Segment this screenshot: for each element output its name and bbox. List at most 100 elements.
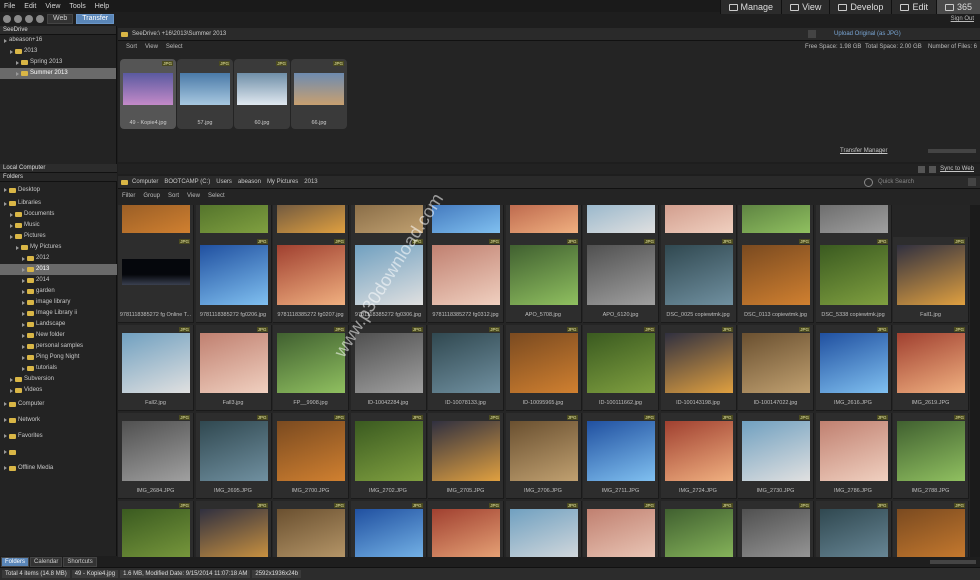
grid-thumb[interactable]: JPG DSC_5338 copiewtmk.jpg: [815, 237, 892, 323]
grid-thumb[interactable]: JPG IMG_2702.JPG: [350, 413, 427, 499]
grid-thumb[interactable]: JPG IMG_2786.JPG: [815, 413, 892, 499]
grid-thumb[interactable]: JPG: [118, 501, 194, 557]
local-folder[interactable]: Landscape: [0, 319, 117, 330]
breadcrumb-item[interactable]: BOOTCAMP (C:): [164, 179, 210, 185]
grid-thumb[interactable]: JPG: [893, 501, 969, 557]
local-folder[interactable]: Favorites: [0, 428, 117, 444]
breadcrumb-item[interactable]: My Pictures: [267, 179, 298, 185]
filter-menu-group[interactable]: Group: [143, 193, 160, 199]
grid-thumb[interactable]: JPG Fall1.jpg: [893, 237, 969, 323]
grid-thumb[interactable]: JPG IMG_2724.JPG: [660, 413, 737, 499]
expand-icon[interactable]: [22, 267, 25, 272]
refresh-icon[interactable]: [864, 177, 873, 187]
local-folder[interactable]: 2014: [0, 275, 117, 286]
expand-icon[interactable]: [4, 418, 7, 422]
upload-thumb[interactable]: JPG 66.jpg: [291, 59, 347, 129]
local-folder[interactable]: Ping Pong Night: [0, 352, 117, 363]
expand-icon[interactable]: [22, 300, 25, 305]
grid-thumb[interactable]: JPG 9781118385272 fg0312.jpg: [428, 237, 504, 323]
grid-thumb[interactable]: JPG Fall2.jpg: [118, 325, 194, 411]
local-folder[interactable]: Desktop: [0, 182, 117, 198]
expand-icon[interactable]: [4, 466, 7, 470]
local-folder[interactable]: Image Library ii: [0, 308, 117, 319]
grid-thumb[interactable]: JPG ID-100143198.jpg: [660, 325, 737, 411]
local-folder[interactable]: 2012: [0, 253, 117, 264]
grid-thumb[interactable]: JPG APO_6120.jpg: [583, 237, 659, 323]
grid-thumb[interactable]: JPG: [195, 501, 272, 557]
expand-icon[interactable]: [4, 188, 7, 192]
filter-menu-sort[interactable]: Sort: [168, 193, 179, 199]
menu-tools[interactable]: Tools: [69, 3, 85, 10]
breadcrumb-item[interactable]: Computer: [132, 179, 158, 185]
filter-menu-select[interactable]: Select: [208, 193, 225, 199]
up-arrow-icon[interactable]: [918, 165, 926, 173]
expand-icon[interactable]: [10, 223, 13, 228]
expand-icon[interactable]: [22, 322, 25, 327]
expand-icon[interactable]: [22, 366, 25, 371]
local-folder[interactable]: Subversion: [0, 374, 117, 385]
expand-icon[interactable]: [16, 60, 19, 65]
local-folder[interactable]: tutorials: [0, 363, 117, 374]
local-folder[interactable]: Documents: [0, 209, 117, 220]
expand-icon[interactable]: [10, 234, 13, 239]
expand-icon[interactable]: [16, 245, 19, 250]
local-folder[interactable]: Pictures: [0, 231, 117, 242]
grid-zoom-slider[interactable]: [930, 560, 976, 564]
grid-thumb[interactable]: JPG: [583, 501, 659, 557]
tab-shortcuts[interactable]: Shortcuts: [63, 557, 97, 567]
local-folder[interactable]: New folder: [0, 330, 117, 341]
upload-thumb[interactable]: JPG 60.jpg: [234, 59, 290, 129]
back-icon[interactable]: [3, 14, 11, 23]
breadcrumb-item[interactable]: 2013: [304, 179, 317, 185]
grid-thumb[interactable]: JPG IMG_2619.JPG: [893, 325, 969, 411]
grid-thumb[interactable]: JPG ID-10095965.jpg: [505, 325, 582, 411]
expand-icon[interactable]: [16, 71, 19, 76]
grid-thumb[interactable]: JPG: [505, 501, 582, 557]
grid-thumb[interactable]: JPG Fall3.jpg: [195, 325, 272, 411]
filter-menu-filter[interactable]: Filter: [122, 193, 135, 199]
grid-thumb[interactable]: JPG IMG_2730.JPG: [738, 413, 814, 499]
seedrive-folder[interactable]: Summer 2013: [0, 68, 116, 79]
select-menu[interactable]: Select: [166, 44, 183, 50]
menu-help[interactable]: Help: [95, 3, 109, 10]
upload-thumb[interactable]: JPG 57.jpg: [177, 59, 233, 129]
tab-folders[interactable]: Folders: [1, 557, 30, 567]
view-menu[interactable]: View: [145, 44, 158, 50]
upload-thumb[interactable]: JPG 49 - Kopie4.jpg: [120, 59, 176, 129]
breadcrumb-item[interactable]: abeason: [238, 179, 261, 185]
expand-icon[interactable]: [10, 377, 13, 382]
mode-tab-edit[interactable]: Edit: [891, 0, 936, 14]
local-folder[interactable]: Videos: [0, 385, 117, 396]
grid-thumb[interactable]: JPG IMG_2788.JPG: [893, 413, 969, 499]
grid-thumb[interactable]: JPG ID-10078133.jpg: [428, 325, 504, 411]
dropdown-icon[interactable]: [808, 30, 816, 38]
grid-thumb[interactable]: JPG 9781118385272 fg Online T...: [118, 237, 194, 323]
grid-thumb[interactable]: JPG: [273, 501, 349, 557]
menu-file[interactable]: File: [4, 3, 15, 10]
mode-tab-develop[interactable]: Develop: [829, 0, 892, 14]
sign-out-link[interactable]: Sign Out: [951, 16, 974, 22]
breadcrumb-item[interactable]: Users: [216, 179, 232, 185]
expand-icon[interactable]: [22, 311, 25, 316]
tab-transfer[interactable]: Transfer: [76, 13, 115, 24]
filter-menu-view[interactable]: View: [187, 193, 200, 199]
grid-thumb[interactable]: JPG ID-100147022.jpg: [738, 325, 814, 411]
local-folder[interactable]: personal samples: [0, 341, 117, 352]
zoom-slider[interactable]: [928, 149, 976, 153]
up-icon[interactable]: [25, 14, 33, 23]
upload-original-button[interactable]: Upload Original (as JPG): [834, 31, 901, 37]
expand-icon[interactable]: [22, 344, 25, 349]
mode-tab-manage[interactable]: Manage: [719, 0, 782, 14]
local-folder[interactable]: Libraries: [0, 198, 117, 209]
expand-icon[interactable]: [4, 402, 7, 406]
expand-icon[interactable]: [4, 450, 7, 454]
local-folder[interactable]: Offline Media: [0, 460, 117, 476]
local-folder[interactable]: image library: [0, 297, 117, 308]
grid-thumb[interactable]: JPG: [660, 501, 737, 557]
mode-tab-365[interactable]: 365: [935, 0, 980, 14]
refresh-icon[interactable]: [36, 14, 44, 23]
expand-icon[interactable]: [22, 355, 25, 360]
expand-icon[interactable]: [10, 388, 13, 393]
expand-icon[interactable]: [10, 49, 13, 54]
menu-edit[interactable]: Edit: [24, 3, 36, 10]
